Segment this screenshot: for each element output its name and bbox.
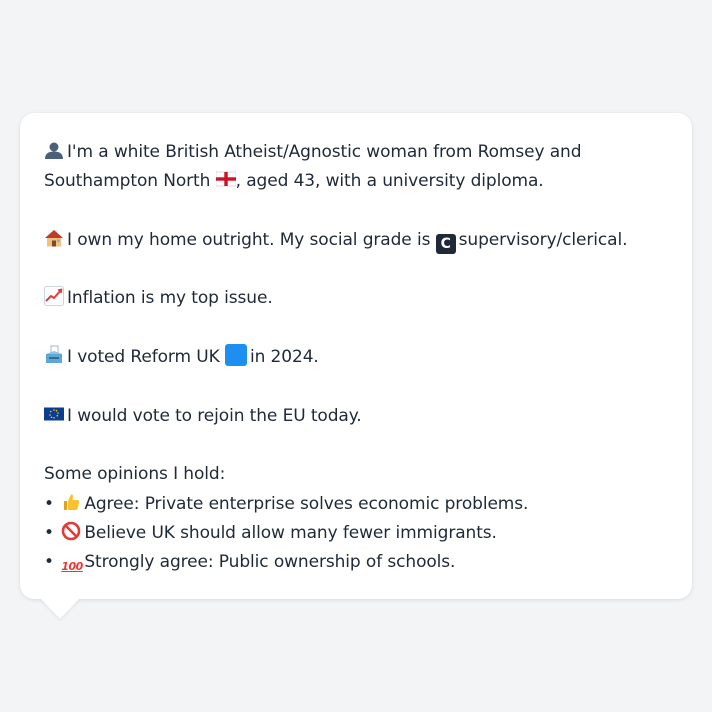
house-icon: [44, 228, 64, 248]
bubble-tail: [40, 598, 80, 619]
opinion-text: Strongly agree: Public ownership of scho…: [84, 552, 456, 573]
opinions-list: • Agree: Private enterprise solves econo…: [44, 490, 668, 578]
housing-text-part1: I own my home outright. My social grade …: [67, 229, 431, 250]
vote-history-paragraph: I voted Reform UK in 2024.: [44, 343, 668, 372]
thumbs-up-icon: [61, 492, 81, 512]
housing-text-part2: supervisory/clerical.: [458, 229, 628, 250]
chart-increasing-icon: [44, 286, 64, 307]
opinion-item: • Believe UK should allow many fewer imm…: [44, 519, 668, 548]
prohibited-icon: [61, 521, 81, 541]
bullet: •: [44, 522, 54, 543]
hundred-points-icon: 100: [61, 557, 83, 577]
identity-paragraph: I'm a white British Atheist/Agnostic wom…: [44, 138, 668, 197]
grade-c-icon: C: [435, 233, 456, 254]
england-flag-icon: [215, 169, 236, 189]
opinion-text: Agree: Private enterprise solves economi…: [84, 493, 529, 514]
blue-square-icon: [224, 344, 247, 367]
identity-text-part2: , aged 43, with a university diploma.: [235, 171, 544, 192]
opinion-item: • 100 Strongly agree: Public ownership o…: [44, 548, 668, 577]
hundred-glyph: 100: [61, 560, 83, 574]
top-issue-paragraph: Inflation is my top issue.: [44, 284, 668, 313]
eu-text: I would vote to rejoin the EU today.: [67, 405, 362, 426]
ballot-box-icon: [44, 345, 64, 365]
vote-history-text-part2: in 2024.: [249, 347, 319, 368]
grade-letter: C: [440, 235, 451, 252]
eu-paragraph: I would vote to rejoin the EU today.: [44, 402, 668, 431]
eu-flag-icon: [44, 404, 64, 424]
opinion-item: • Agree: Private enterprise solves econo…: [44, 490, 668, 519]
bullet: •: [44, 552, 54, 573]
opinion-text: Believe UK should allow many fewer immig…: [84, 522, 497, 543]
top-issue-text: Inflation is my top issue.: [67, 288, 273, 309]
opinions-heading: Some opinions I hold:: [44, 464, 226, 485]
bust-silhouette-icon: [44, 140, 64, 160]
profile-message-bubble: I'm a white British Atheist/Agnostic wom…: [20, 113, 692, 599]
bullet: •: [44, 493, 54, 514]
housing-paragraph: I own my home outright. My social grade …: [44, 226, 668, 255]
vote-history-text-part1: I voted Reform UK: [67, 347, 220, 368]
